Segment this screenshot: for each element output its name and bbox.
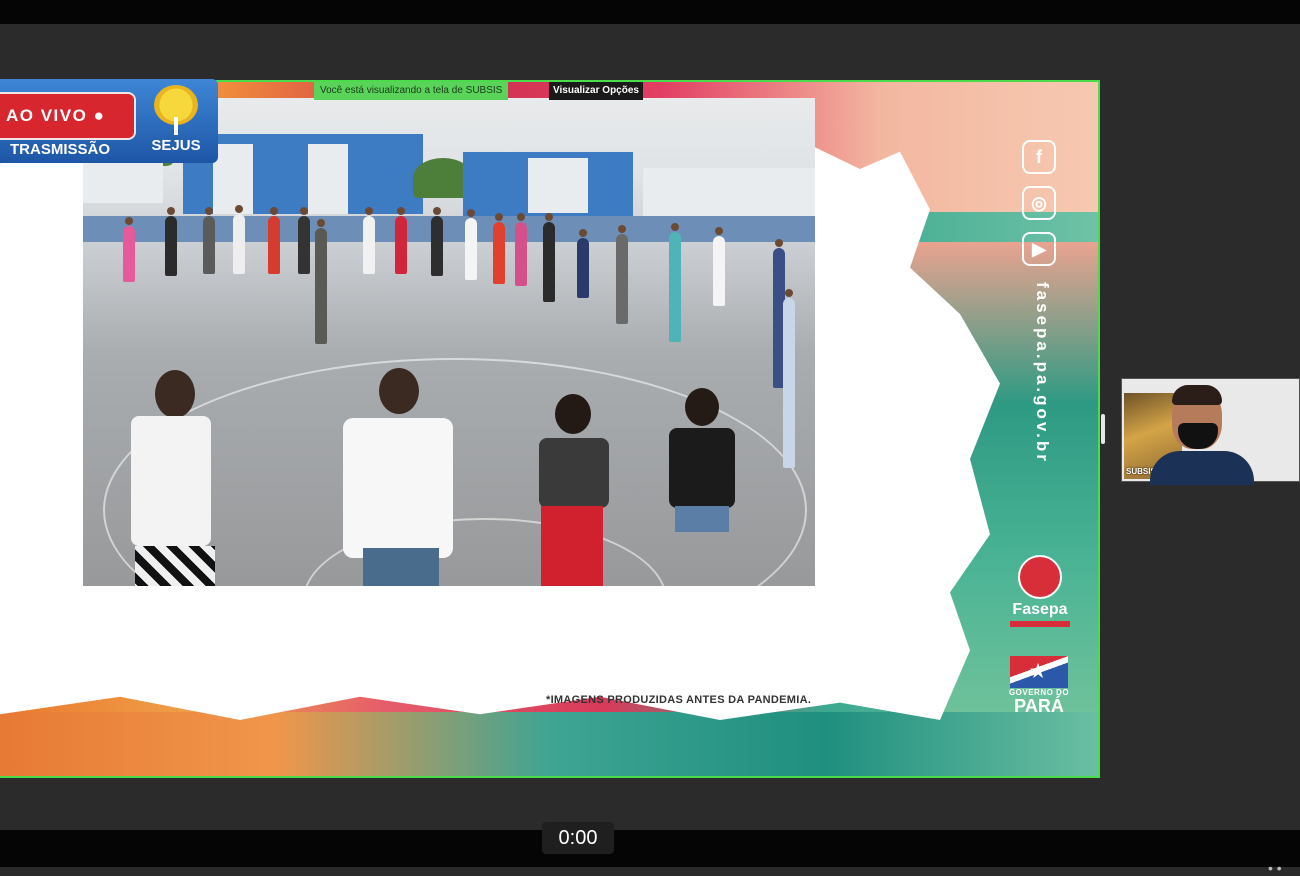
person [363, 207, 375, 274]
split-resize-handle[interactable] [1101, 414, 1105, 444]
person-foreground [669, 388, 739, 586]
painted-art-bottom [0, 712, 1098, 776]
fasepa-logo: Fasepa [1006, 555, 1074, 627]
person [165, 207, 177, 276]
live-label: AO VIVO ● [0, 92, 136, 140]
person [268, 207, 280, 274]
person [543, 213, 555, 302]
sejus-logo: SEJUS [146, 85, 206, 154]
person [395, 207, 407, 274]
social-icons: f ◎ ▶ [1022, 140, 1058, 278]
sejus-tree-icon [154, 85, 198, 135]
top-black-bar [0, 0, 1300, 24]
participant-webcam-person [1150, 385, 1254, 485]
slide-photo [83, 98, 815, 586]
live-broadcast-badge: AO VIVO ● TRASMISSÃO SEJUS [0, 79, 218, 163]
person [669, 223, 681, 342]
slide-disclaimer: *IMAGENS PRODUZIDAS ANTES DA PANDEMIA. [546, 694, 812, 706]
para-logo-text: PARÁ [1014, 696, 1064, 716]
person [713, 227, 725, 306]
person [783, 289, 795, 468]
broadcast-label: TRASMISSÃO [10, 141, 111, 158]
person-foreground [123, 370, 215, 586]
person [577, 229, 589, 298]
building-window [308, 144, 348, 214]
youtube-icon: ▶ [1022, 232, 1056, 266]
instagram-icon: ◎ [1022, 186, 1056, 220]
person [493, 213, 505, 284]
more-icon[interactable]: • • [1268, 860, 1282, 876]
website-vertical-text: fasepa.pa.gov.br [1033, 282, 1052, 464]
person [315, 219, 327, 344]
person [298, 207, 310, 274]
person [465, 209, 477, 280]
person-foreground [533, 394, 613, 586]
person [203, 207, 215, 274]
fasepa-mark-icon [1018, 555, 1062, 599]
person [431, 207, 443, 276]
governo-para-logo: ★ GOVERNO DO PARÁ [1008, 656, 1070, 715]
playback-time: 0:00 [542, 822, 614, 854]
person [233, 205, 245, 274]
player-control-bar [0, 830, 1300, 867]
para-flag-icon: ★ [1010, 656, 1068, 688]
view-options-button[interactable]: Visualizar Opções [549, 82, 643, 100]
sejus-logo-text: SEJUS [151, 137, 201, 154]
facebook-icon: f [1022, 140, 1056, 174]
person [515, 213, 527, 286]
person [123, 217, 135, 282]
person-foreground [343, 368, 453, 586]
court-wall [83, 216, 815, 242]
person [616, 225, 628, 324]
viewing-share-banner: Você está visualizando a tela de SUBSIS [314, 82, 509, 100]
building-window [213, 144, 253, 214]
fasepa-logo-text: Fasepa [1012, 601, 1068, 618]
building-window [528, 158, 588, 213]
